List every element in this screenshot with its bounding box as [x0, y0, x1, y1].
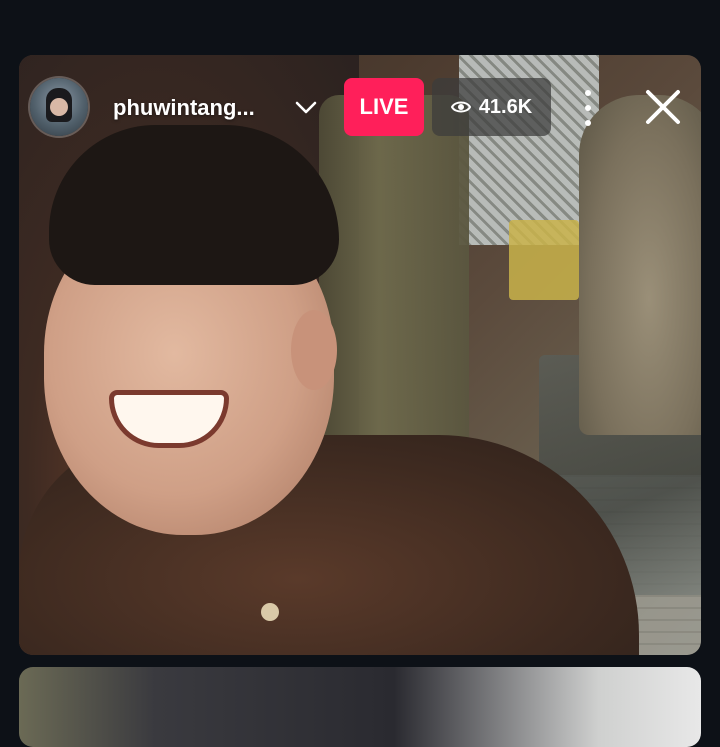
- video-background-curtain: [319, 95, 469, 455]
- video-background-person: [579, 95, 701, 435]
- live-badge: LIVE: [344, 78, 424, 136]
- more-dot: [585, 120, 591, 126]
- video-background-object: [509, 220, 579, 300]
- username[interactable]: phuwintang...: [113, 95, 255, 121]
- close-icon[interactable]: [643, 87, 683, 127]
- more-vertical-icon[interactable]: [577, 90, 599, 126]
- viewer-count: 41.6K: [478, 95, 533, 118]
- live-video-card[interactable]: [19, 55, 701, 655]
- chevron-down-icon[interactable]: [294, 96, 318, 120]
- more-dot: [585, 105, 591, 111]
- avatar-face: [50, 98, 68, 116]
- next-live-card[interactable]: [19, 667, 701, 747]
- more-dot: [585, 90, 591, 96]
- shirt-button: [261, 603, 279, 621]
- live-label: LIVE: [359, 94, 409, 119]
- eye-icon: [450, 101, 471, 113]
- streamer-hair: [49, 125, 339, 285]
- streamer-ear: [291, 310, 337, 390]
- avatar[interactable]: [30, 78, 88, 136]
- viewer-count-badge[interactable]: 41.6K: [432, 78, 551, 136]
